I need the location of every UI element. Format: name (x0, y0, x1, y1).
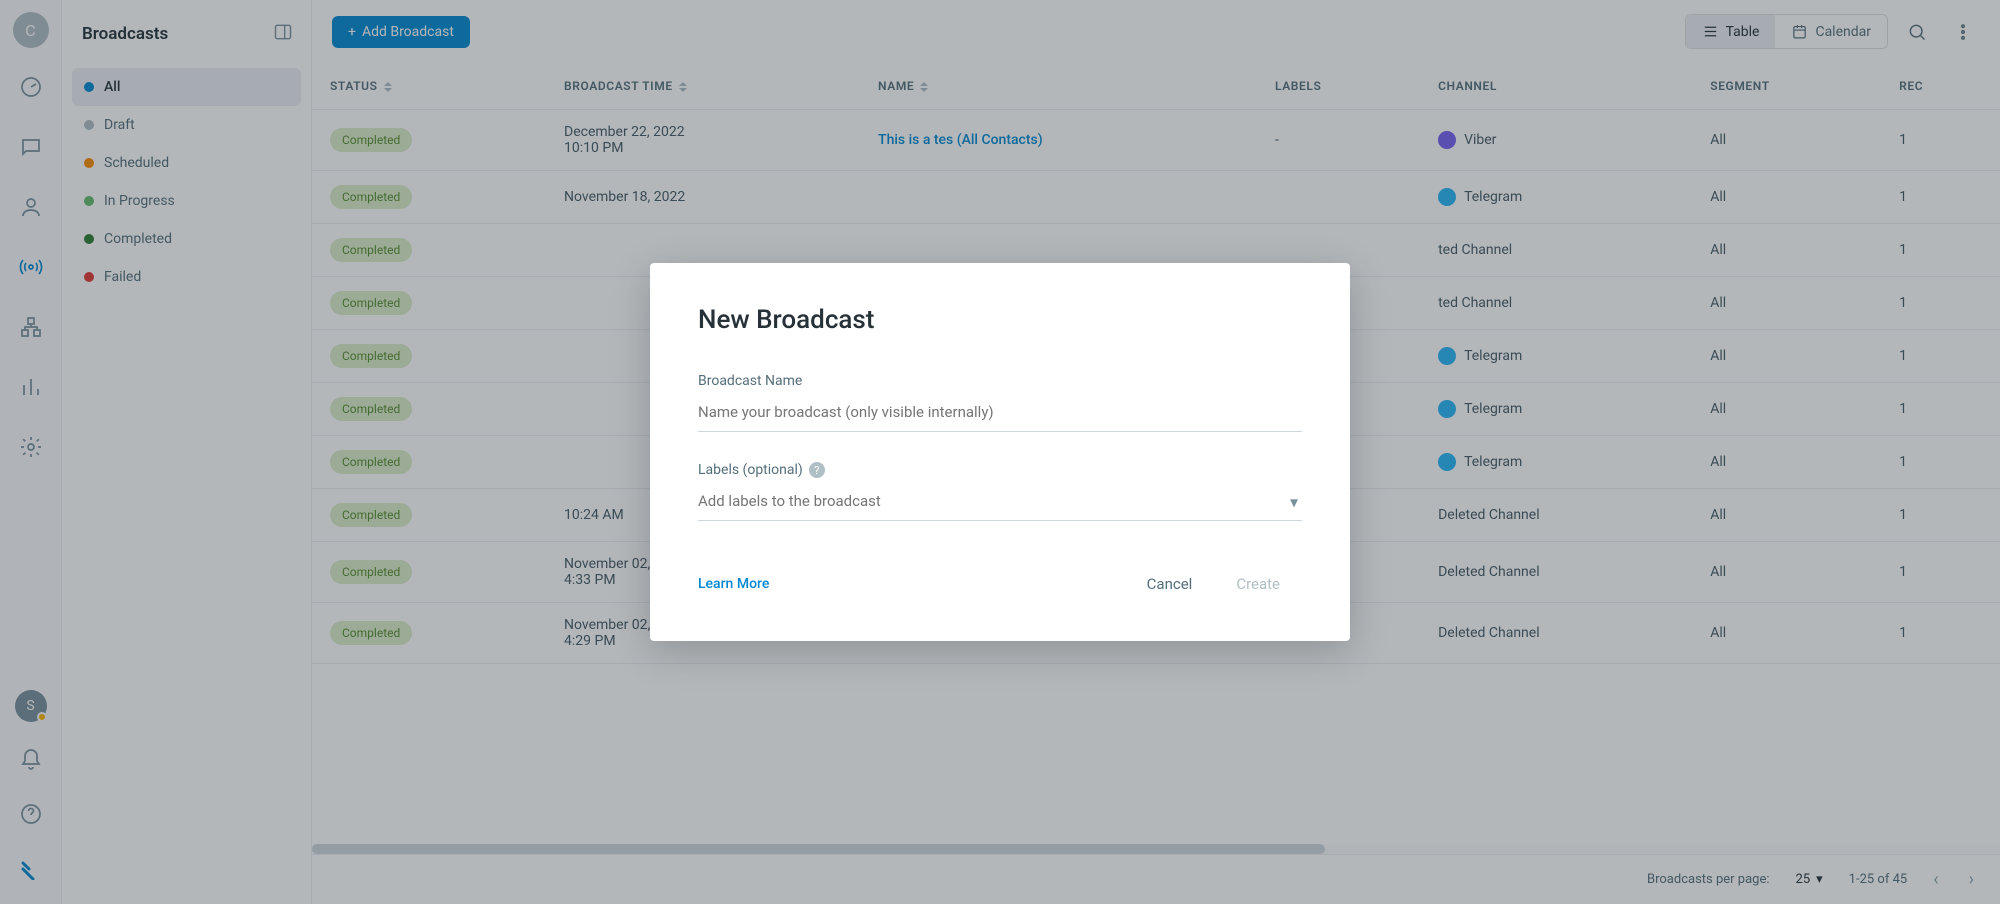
cancel-button[interactable]: Cancel (1125, 565, 1215, 603)
modal-overlay[interactable]: New Broadcast Broadcast Name Labels (opt… (0, 0, 2000, 904)
learn-more-link[interactable]: Learn More (698, 576, 769, 592)
broadcast-name-label: Broadcast Name (698, 373, 1302, 389)
modal-title: New Broadcast (698, 305, 1302, 335)
new-broadcast-modal: New Broadcast Broadcast Name Labels (opt… (650, 263, 1350, 641)
labels-label: Labels (optional)? (698, 462, 1302, 478)
info-icon[interactable]: ? (809, 462, 825, 478)
create-button[interactable]: Create (1214, 565, 1302, 603)
labels-input[interactable] (698, 482, 1302, 521)
broadcast-name-input[interactable] (698, 393, 1302, 432)
